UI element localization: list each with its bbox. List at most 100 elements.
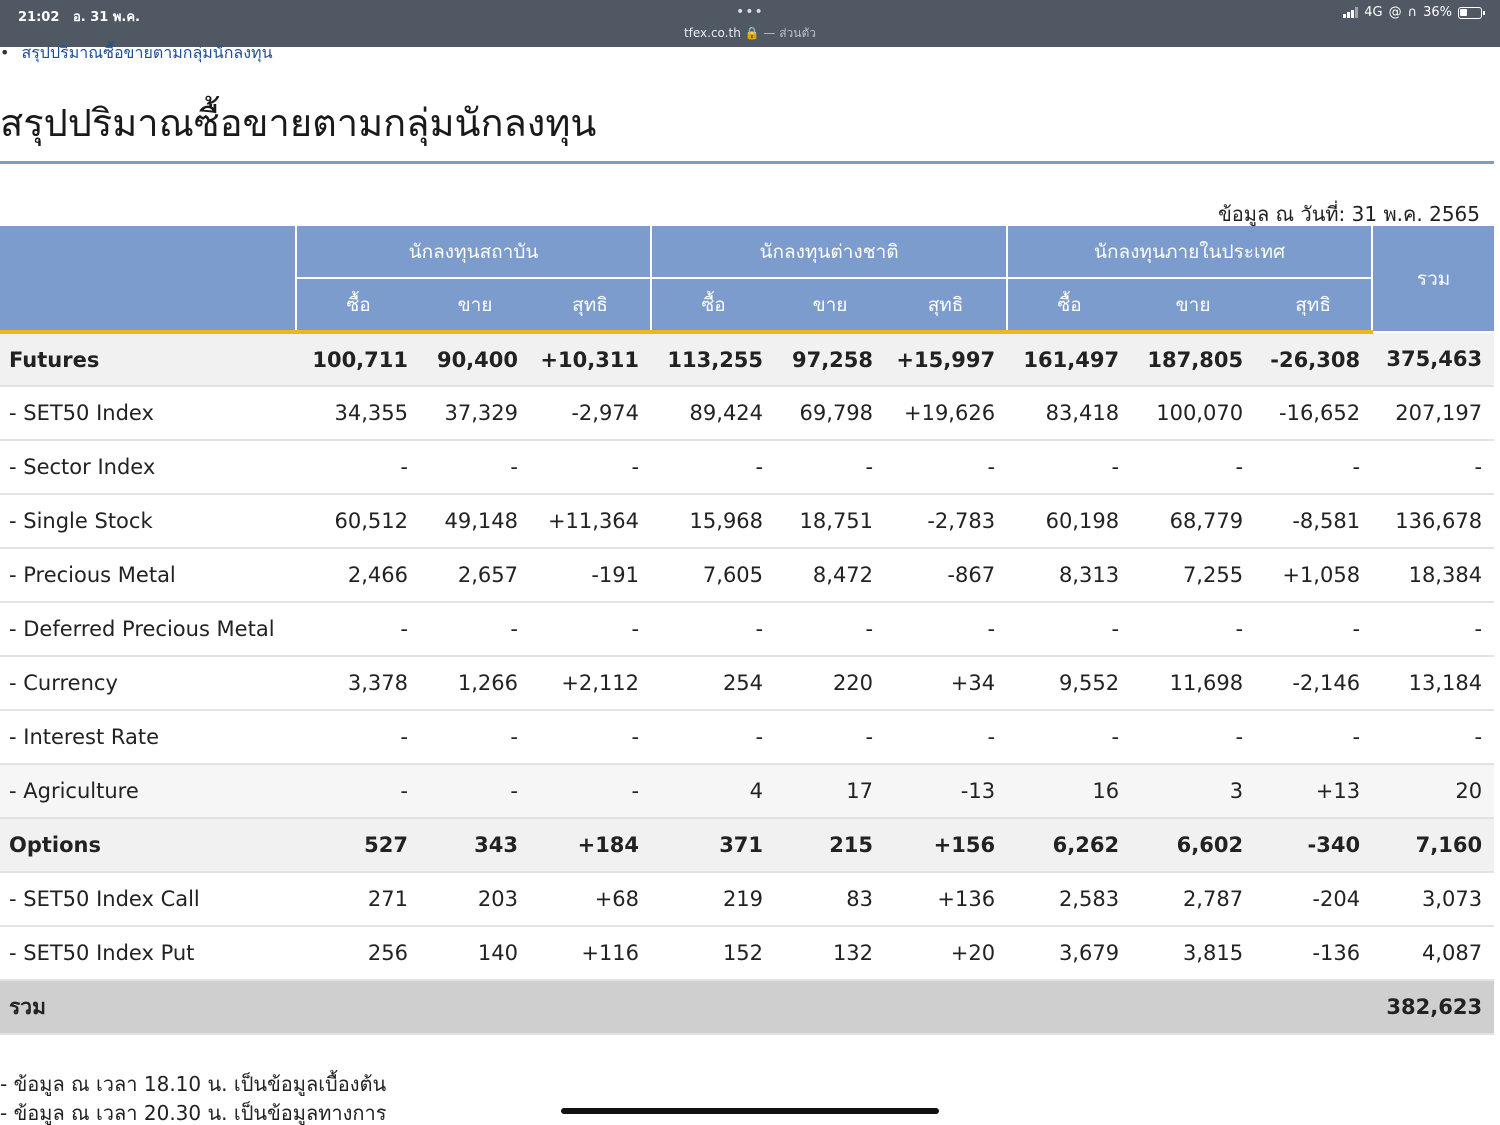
cell-value: -: [296, 764, 420, 819]
cell-value: 2,466: [296, 548, 420, 603]
cell-total: -: [1372, 440, 1495, 495]
header-group-local: นักลงทุนภายในประเทศ: [1006, 226, 1373, 279]
table-row: - Single Stock 60,512 49,148 +11,364 15,968 1…: [0, 494, 1495, 549]
grand-total-value: 382,623: [1372, 980, 1495, 1035]
cell-value: +68: [530, 872, 652, 927]
cell-value: -340: [1255, 818, 1373, 873]
subheader-buy: ซื้อ: [295, 278, 420, 334]
cell-value: -: [775, 710, 886, 765]
cell-value: 161,497: [1007, 332, 1132, 387]
grand-total-label: รวม: [0, 980, 296, 1035]
cell-value: 219: [651, 872, 776, 927]
header-group-foreign: นักลงทุนต่างชาติ: [650, 226, 1008, 279]
footnote-preliminary: - ข้อมูล ณ เวลา 18.10 น. เป็นข้อมูลเบื้อ…: [0, 1072, 387, 1096]
cell-value: -: [651, 710, 776, 765]
home-indicator[interactable]: [561, 1108, 939, 1114]
cell-value: 97,258: [775, 332, 886, 387]
table-row: - Interest Rate - - - - - - - - - -: [0, 710, 1495, 765]
cell-value: +136: [885, 872, 1008, 927]
cell-value: 9,552: [1007, 656, 1132, 711]
row-label: - SET50 Index Call: [0, 872, 296, 927]
cell-value: 15,968: [651, 494, 776, 549]
cell-value: -: [1007, 710, 1132, 765]
breadcrumb-bullet: •: [0, 43, 10, 62]
subheader-buy: ซื้อ: [650, 278, 776, 334]
subheader-buy: ซื้อ: [1006, 278, 1132, 334]
cell-value: -: [530, 764, 652, 819]
status-date: อ. 31 พ.ค.: [72, 10, 140, 25]
row-label: - Sector Index: [0, 440, 296, 495]
cell-value: -: [1007, 440, 1132, 495]
cell-value: 371: [651, 818, 776, 873]
cell-value: -: [296, 710, 420, 765]
cell-value: -: [420, 710, 530, 765]
cell-value: 527: [296, 818, 420, 873]
cell-total: 13,184: [1372, 656, 1495, 711]
cell-value: 3,679: [1007, 926, 1132, 981]
cell-value: 2,583: [1007, 872, 1132, 927]
tab-menu-dots[interactable]: •••: [736, 4, 764, 20]
row-label: - Single Stock: [0, 494, 296, 549]
cell-value: 60,512: [296, 494, 420, 549]
url-private-label: — ส่วนตัว: [763, 26, 817, 40]
table-row: - SET50 Index Call 271 203 +68 219 83 +136 2,58…: [0, 872, 1495, 927]
cell-total: 375,463: [1372, 332, 1495, 387]
cell-value: 3,378: [296, 656, 420, 711]
row-label: - Deferred Precious Metal: [0, 602, 296, 657]
cell-value: -13: [885, 764, 1008, 819]
cell-value: 16: [1007, 764, 1132, 819]
cell-value: 68,779: [1131, 494, 1256, 549]
cell-value: +20: [885, 926, 1008, 981]
cell-value: +116: [530, 926, 652, 981]
cell-value: 89,424: [651, 386, 776, 441]
row-label: - Precious Metal: [0, 548, 296, 603]
cell-value: 7,255: [1131, 548, 1256, 603]
cell-value: -: [775, 602, 886, 657]
battery-icon: [1458, 6, 1485, 19]
cell-value: -2,146: [1255, 656, 1373, 711]
lock-icon: 🔒: [744, 26, 760, 40]
grand-total-spacer: [296, 980, 1373, 1035]
cell-value: 34,355: [296, 386, 420, 441]
battery-percent: 36%: [1423, 5, 1452, 20]
header-group-institutional: นักลงทุนสถาบัน: [294, 226, 652, 279]
cell-value: 4: [651, 764, 776, 819]
browser-status-bar: 21:02 อ. 31 พ.ค. ••• tfex.co.th 🔒 — ส่วน…: [0, 0, 1500, 47]
cell-total: 7,160: [1372, 818, 1495, 873]
cell-value: 256: [296, 926, 420, 981]
cell-value: -: [420, 440, 530, 495]
row-label: - SET50 Index Put: [0, 926, 296, 981]
title-divider: [0, 161, 1494, 164]
cell-total: -: [1372, 710, 1495, 765]
cell-value: 152: [651, 926, 776, 981]
network-label: 4G: [1364, 5, 1383, 20]
page-title: สรุปปริมาณซื้อขายตามกลุ่มนักลงทุน: [0, 103, 597, 145]
footnote-official: - ข้อมูล ณ เวลา 20.30 น. เป็นข้อมูลทางกา…: [0, 1101, 387, 1125]
table-row: - Precious Metal 2,466 2,657 -191 7,605 8,472…: [0, 548, 1495, 603]
cell-value: 83,418: [1007, 386, 1132, 441]
breadcrumb-link[interactable]: สรุปปริมาณซื้อขายตามกลุ่มนักลงทุน: [21, 43, 272, 62]
cell-value: 113,255: [651, 332, 776, 387]
cell-value: -: [651, 602, 776, 657]
table-body: Futures 100,711 90,400 +10,311 113,255 97,258…: [0, 332, 1495, 981]
subheader-sell: ขาย: [420, 278, 530, 334]
cell-value: -: [530, 440, 652, 495]
cell-value: -: [1131, 440, 1256, 495]
cell-total: 20: [1372, 764, 1495, 819]
cell-value: -: [885, 440, 1008, 495]
investor-volume-table: นักลงทุนสถาบัน นักลงทุนต่างชาติ นักลงทุน…: [0, 226, 1495, 1035]
cell-value: 2,657: [420, 548, 530, 603]
cell-value: -: [1131, 710, 1256, 765]
cell-value: -: [296, 602, 420, 657]
cell-value: -: [1255, 710, 1373, 765]
table-group-row: Futures 100,711 90,400 +10,311 113,255 97,258…: [0, 332, 1495, 387]
cell-total: 18,384: [1372, 548, 1495, 603]
cell-total: 4,087: [1372, 926, 1495, 981]
cell-value: +19,626: [885, 386, 1008, 441]
cell-value: 1,266: [420, 656, 530, 711]
header-total: รวม: [1371, 226, 1495, 333]
cell-value: -191: [530, 548, 652, 603]
headphones-icon: ∩: [1407, 5, 1418, 20]
table-row: - Currency 3,378 1,266 +2,112 254 220 +34 9,552…: [0, 656, 1495, 711]
table-row: - Sector Index - - - - - - - - - -: [0, 440, 1495, 495]
